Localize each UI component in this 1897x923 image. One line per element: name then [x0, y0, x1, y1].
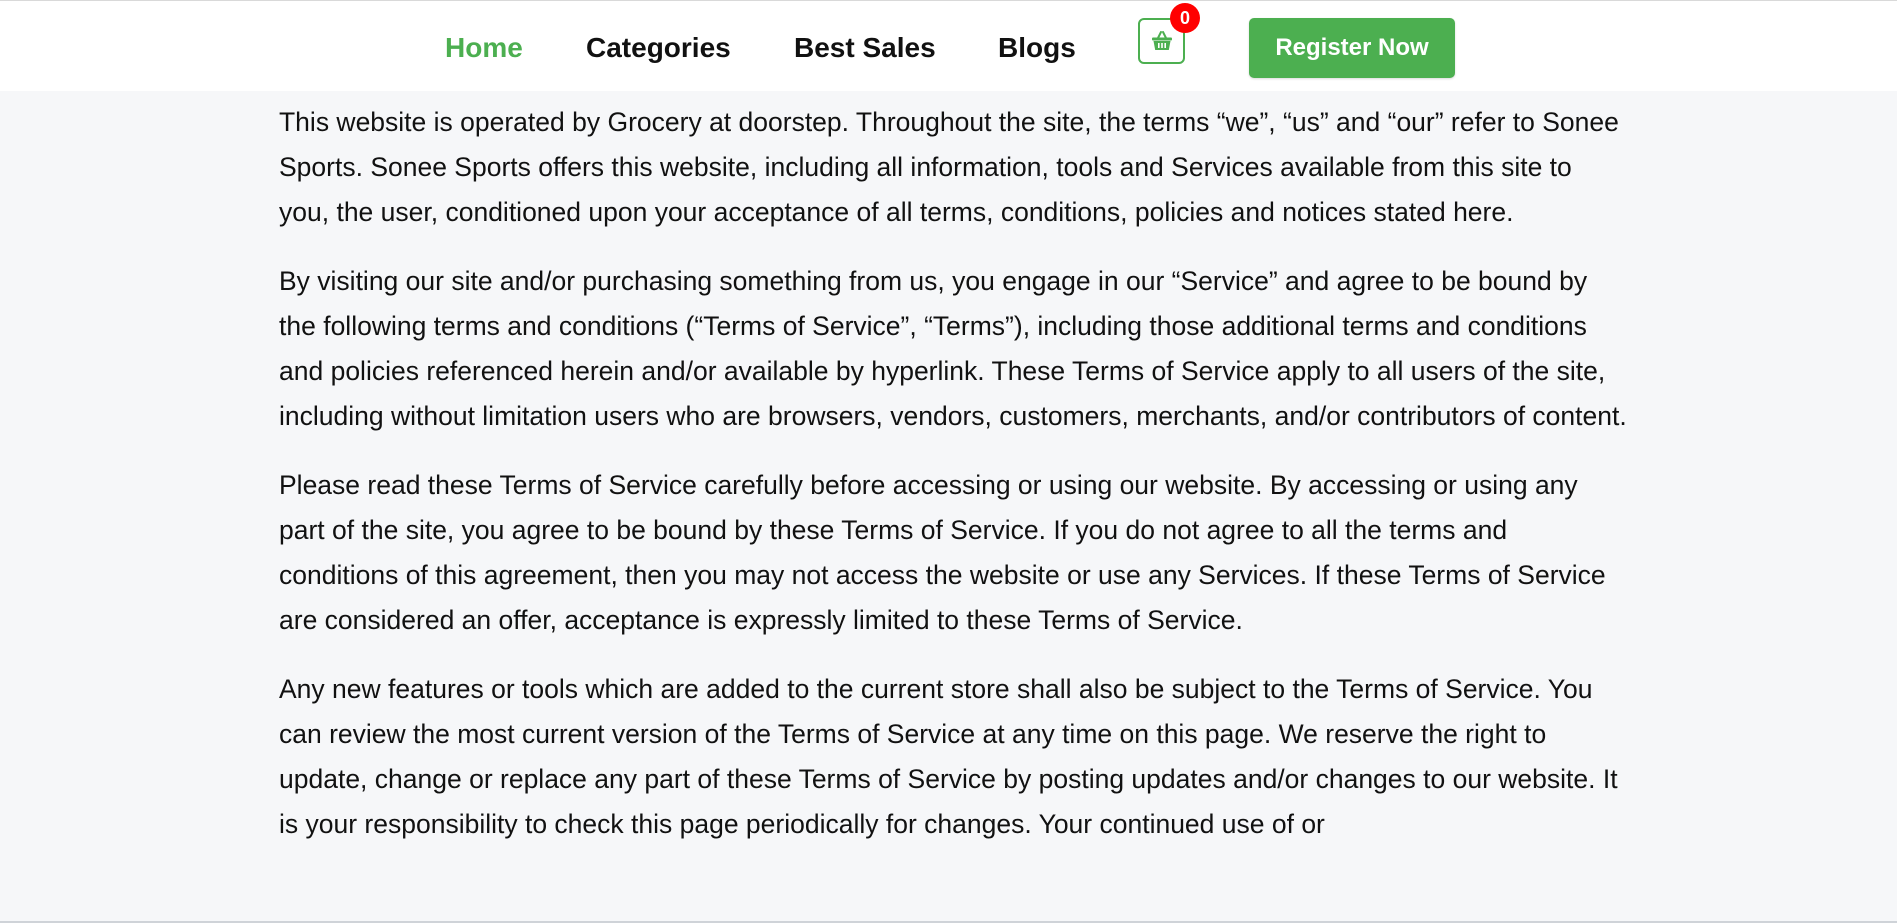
top-navbar: Home Categories Best Sales Blogs 0 Regis… [0, 0, 1897, 91]
nav-link-categories[interactable]: Categories [586, 32, 731, 64]
nav-link-home[interactable]: Home [445, 32, 523, 64]
terms-content: This website is operated by Grocery at d… [279, 100, 1629, 871]
terms-paragraph: Any new features or tools which are adde… [279, 674, 1618, 839]
terms-paragraph: Please read these Terms of Service caref… [279, 470, 1606, 635]
cart-count-badge: 0 [1170, 3, 1200, 33]
terms-paragraph: This website is operated by Grocery at d… [279, 107, 1619, 227]
basket-icon [1152, 31, 1172, 50]
nav-link-blogs[interactable]: Blogs [998, 32, 1076, 64]
terms-paragraph: By visiting our site and/or purchasing s… [279, 266, 1627, 431]
nav-link-best-sales[interactable]: Best Sales [794, 32, 936, 64]
register-now-button[interactable]: Register Now [1249, 18, 1455, 78]
